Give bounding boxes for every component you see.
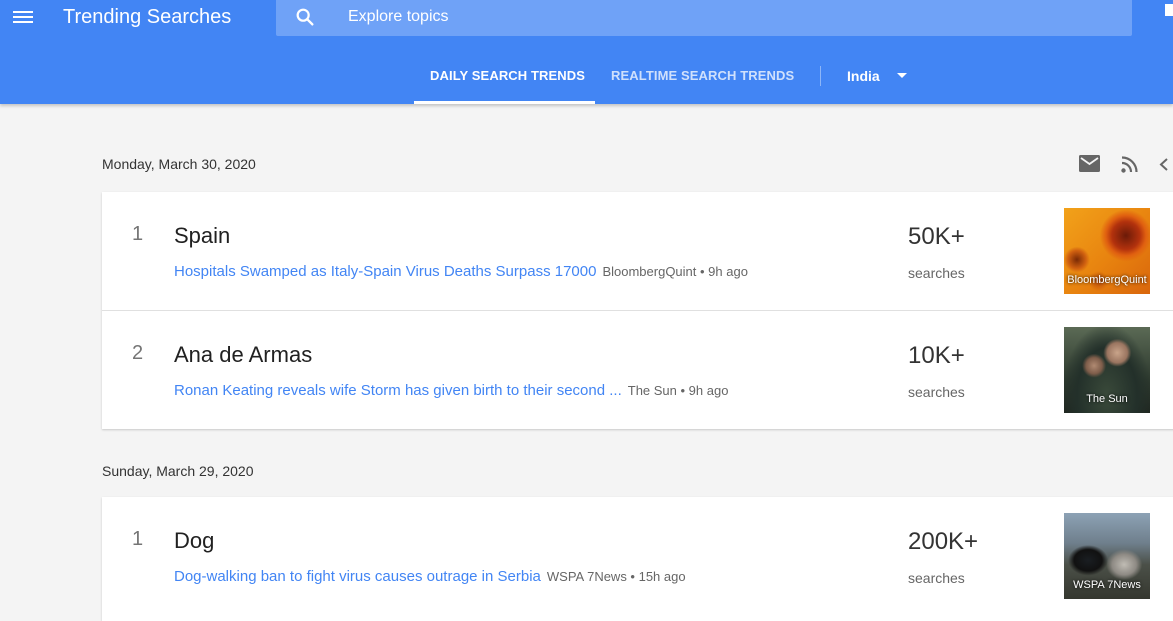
rank: 1 xyxy=(132,528,144,550)
trend-term[interactable]: Dog xyxy=(174,528,214,554)
article-meta: WSPA 7News • 15h ago xyxy=(546,569,686,584)
trend-row[interactable]: 1 Spain Hospitals Swamped as Italy-Spain… xyxy=(102,192,1173,311)
article-link[interactable]: Hospitals Swamped as Italy-Spain Virus D… xyxy=(174,263,596,280)
rank: 1 xyxy=(132,223,144,245)
search-volume: 200K+ xyxy=(908,528,979,555)
menu-icon[interactable] xyxy=(12,8,34,26)
article-meta: BloombergQuint • 9h ago xyxy=(602,264,748,279)
article-link[interactable]: Dog-walking ban to fight virus causes ou… xyxy=(174,568,541,585)
app-title: Trending Searches xyxy=(63,6,232,28)
trend-card: 1 Dog Dog-walking ban to fight virus cau… xyxy=(102,497,1173,621)
search-volume: 50K+ xyxy=(908,223,965,250)
dropdown-arrow-icon[interactable] xyxy=(897,73,907,78)
tab-realtime-search-trends[interactable]: REALTIME SEARCH TRENDS xyxy=(611,68,794,83)
trend-row[interactable]: 2 Ana de Armas Ronan Keating reveals wif… xyxy=(102,311,1173,429)
thumbnail-source: WSPA 7News xyxy=(1073,579,1141,591)
search-volume-label: searches xyxy=(908,265,965,281)
article-thumbnail[interactable]: WSPA 7News xyxy=(1064,513,1150,599)
share-icon[interactable] xyxy=(1159,156,1173,173)
search-icon[interactable] xyxy=(294,6,316,28)
rank: 2 xyxy=(132,342,144,364)
app-header: Trending Searches DAILY SEARCH TRENDS RE… xyxy=(0,0,1173,104)
search-volume: 10K+ xyxy=(908,342,965,369)
trend-term[interactable]: Ana de Armas xyxy=(174,342,312,368)
thumbnail-source: BloombergQuint xyxy=(1067,274,1147,286)
search-bar[interactable] xyxy=(276,0,1132,36)
country-select[interactable]: India xyxy=(847,68,880,84)
thumbnail-source: The Sun xyxy=(1086,393,1128,405)
date-label: Sunday, March 29, 2020 xyxy=(102,463,254,479)
rss-icon[interactable] xyxy=(1121,156,1138,173)
article-link[interactable]: Ronan Keating reveals wife Storm has giv… xyxy=(174,382,622,399)
trend-card: 1 Spain Hospitals Swamped as Italy-Spain… xyxy=(102,192,1173,429)
article-thumbnail[interactable]: The Sun xyxy=(1064,327,1150,413)
trend-row[interactable]: 1 Dog Dog-walking ban to fight virus cau… xyxy=(102,497,1173,615)
tab-divider xyxy=(820,66,821,86)
search-volume-label: searches xyxy=(908,570,965,586)
trend-term[interactable]: Spain xyxy=(174,223,230,249)
tab-daily-search-trends[interactable]: DAILY SEARCH TRENDS xyxy=(430,68,585,83)
account-corner-icon[interactable] xyxy=(1165,4,1173,16)
article-thumbnail[interactable]: BloombergQuint xyxy=(1064,208,1150,294)
email-icon[interactable] xyxy=(1079,155,1100,172)
date-label: Monday, March 30, 2020 xyxy=(102,156,256,172)
article-meta: The Sun • 9h ago xyxy=(627,383,729,398)
active-tab-indicator xyxy=(414,101,595,104)
search-input[interactable] xyxy=(336,0,1120,34)
search-volume-label: searches xyxy=(908,384,965,400)
